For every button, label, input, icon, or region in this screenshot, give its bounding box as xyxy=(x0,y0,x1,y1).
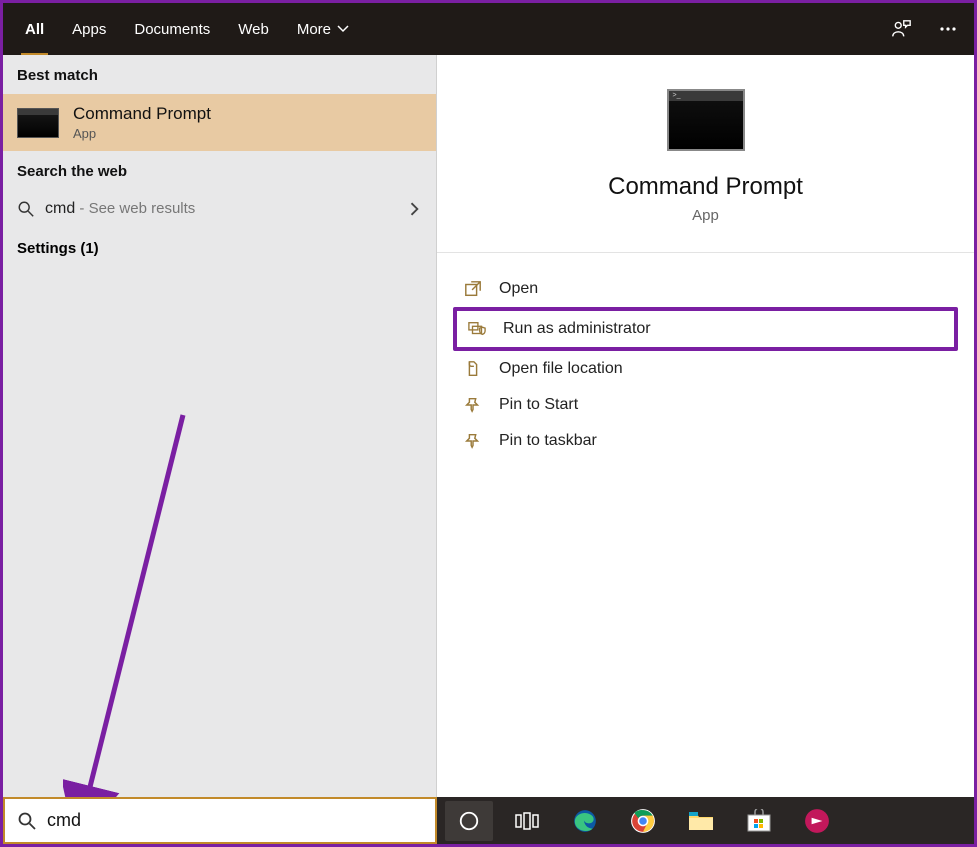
action-label: Run as administrator xyxy=(503,320,651,338)
filter-tabs: All Apps Documents Web More xyxy=(11,3,363,55)
taskbar-cortana[interactable] xyxy=(445,801,493,841)
web-result[interactable]: cmd - See web results xyxy=(3,190,436,228)
taskbar-app[interactable] xyxy=(793,801,841,841)
bottom-bar xyxy=(3,797,974,844)
web-query: cmd xyxy=(45,200,75,217)
taskbar-microsoft-store[interactable] xyxy=(735,801,783,841)
search-header: All Apps Documents Web More xyxy=(3,3,974,55)
taskbar xyxy=(437,797,974,844)
pin-icon xyxy=(463,431,483,451)
search-icon xyxy=(17,200,35,218)
results-panel: Best match Command Prompt App Search the… xyxy=(3,55,437,797)
tab-all[interactable]: All xyxy=(11,3,58,55)
pin-icon xyxy=(463,395,483,415)
action-label: Pin to taskbar xyxy=(499,432,597,450)
action-label: Pin to Start xyxy=(499,396,578,414)
tab-documents[interactable]: Documents xyxy=(120,3,224,55)
search-icon xyxy=(17,811,37,831)
feedback-icon[interactable] xyxy=(890,18,912,40)
search-web-heading: Search the web xyxy=(3,151,436,190)
taskbar-task-view[interactable] xyxy=(503,801,551,841)
preview-panel: Command Prompt App Open Run as administr… xyxy=(437,55,974,797)
action-open[interactable]: Open xyxy=(453,271,958,307)
web-hint: - See web results xyxy=(75,200,195,217)
action-label: Open file location xyxy=(499,360,623,378)
action-open-file-location[interactable]: Open file location xyxy=(453,351,958,387)
folder-icon xyxy=(463,359,483,379)
tab-apps[interactable]: Apps xyxy=(58,3,120,55)
more-options-icon[interactable] xyxy=(938,19,958,39)
result-title: Command Prompt xyxy=(73,104,211,124)
open-icon xyxy=(463,279,483,299)
admin-shield-icon xyxy=(467,319,487,339)
settings-result[interactable]: Settings (1) xyxy=(3,228,436,269)
preview-subtitle: App xyxy=(692,207,719,224)
best-match-result[interactable]: Command Prompt App xyxy=(3,94,436,151)
result-subtitle: App xyxy=(73,126,211,141)
annotation-arrow xyxy=(63,405,223,835)
tab-more[interactable]: More xyxy=(283,3,363,55)
taskbar-edge[interactable] xyxy=(561,801,609,841)
command-prompt-icon xyxy=(17,108,59,138)
action-pin-to-taskbar[interactable]: Pin to taskbar xyxy=(453,423,958,459)
search-input[interactable] xyxy=(47,810,423,831)
taskbar-chrome[interactable] xyxy=(619,801,667,841)
action-run-as-administrator[interactable]: Run as administrator xyxy=(453,307,958,351)
tab-more-label: More xyxy=(297,21,331,38)
chevron-down-icon xyxy=(337,23,349,35)
chevron-right-icon xyxy=(408,202,422,216)
preview-title: Command Prompt xyxy=(608,173,803,201)
action-pin-to-start[interactable]: Pin to Start xyxy=(453,387,958,423)
actions-list: Open Run as administrator Open file loca… xyxy=(437,253,974,477)
action-label: Open xyxy=(499,280,538,298)
preview-app-icon xyxy=(667,89,745,151)
tab-web[interactable]: Web xyxy=(224,3,283,55)
taskbar-file-explorer[interactable] xyxy=(677,801,725,841)
best-match-heading: Best match xyxy=(3,55,436,94)
search-box[interactable] xyxy=(3,797,437,844)
